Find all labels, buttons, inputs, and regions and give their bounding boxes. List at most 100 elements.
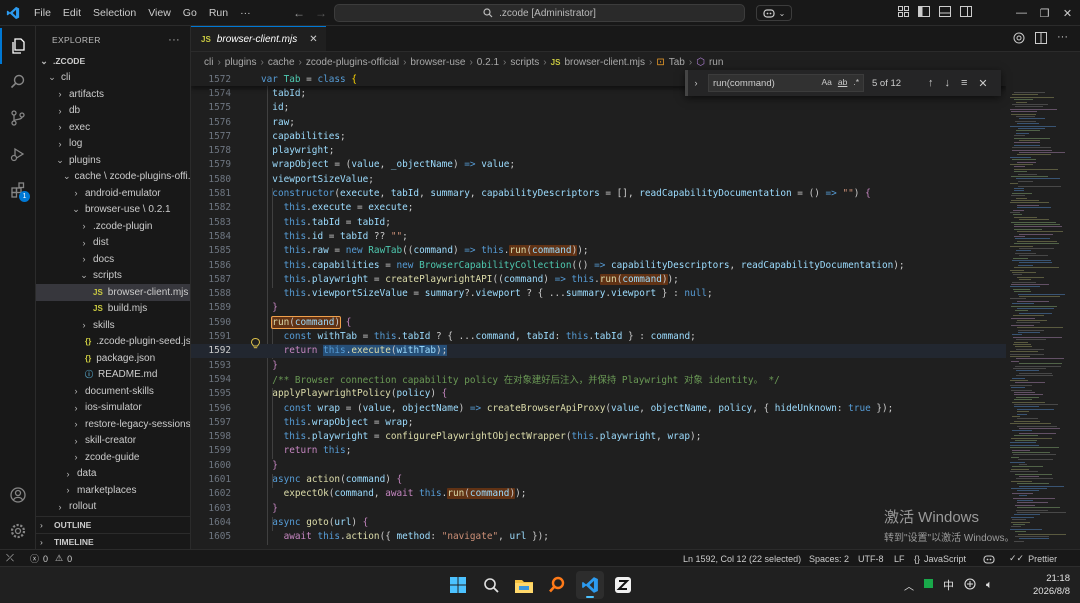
back-arrow-icon[interactable]: ← bbox=[293, 6, 305, 20]
run-debug-icon[interactable] bbox=[0, 136, 36, 172]
code-line[interactable]: 1592 return this.execute(withTab); bbox=[191, 343, 1006, 358]
account-icon[interactable] bbox=[0, 477, 36, 513]
code-line[interactable]: 1585 this.raw = new RawTab((command) => … bbox=[191, 244, 1006, 258]
tree-file[interactable]: JS build.mjs bbox=[36, 301, 190, 318]
tree-file[interactable]: {} .zcode-plugin-seed.json bbox=[36, 334, 190, 351]
breadcrumb-item[interactable]: browser-client.mjs bbox=[564, 57, 645, 68]
search-icon[interactable] bbox=[0, 64, 36, 100]
breadcrumb-item[interactable]: Tab bbox=[669, 57, 685, 68]
code-line[interactable]: 1588 this.viewportSizeValue = summary?.v… bbox=[191, 287, 1006, 301]
tree-folder[interactable]: › restore-legacy-sessions bbox=[36, 416, 191, 433]
copilot-button[interactable]: ⌄ bbox=[756, 5, 792, 21]
tree-folder[interactable]: › .zcode-plugin bbox=[36, 218, 190, 235]
breadcrumb-item[interactable]: browser-use bbox=[410, 57, 465, 68]
next-match-icon[interactable]: ↓ bbox=[945, 77, 951, 90]
toggle-panel-icon[interactable] bbox=[939, 6, 951, 17]
tree-file[interactable]: {} package.json bbox=[36, 350, 190, 367]
layout-customize-icon[interactable] bbox=[898, 6, 909, 17]
outline-section[interactable]: › OUTLINE bbox=[36, 516, 190, 533]
match-case-icon[interactable]: Aa bbox=[821, 77, 831, 87]
tree-folder[interactable]: ⌄ plugins bbox=[36, 152, 190, 169]
source-control-icon[interactable] bbox=[0, 100, 36, 136]
more-actions-icon[interactable]: ··· bbox=[1057, 32, 1068, 44]
language-mode[interactable]: {} JavaScript bbox=[914, 550, 966, 567]
tree-folder[interactable]: › data bbox=[36, 466, 190, 483]
close-find-icon[interactable]: ✕ bbox=[978, 77, 987, 90]
tree-folder[interactable]: › document-skills bbox=[36, 383, 190, 400]
menu-run[interactable]: Run bbox=[203, 0, 234, 26]
code-line[interactable]: 1601 async action(command) { bbox=[191, 472, 1006, 486]
breadcrumb-item[interactable]: cli bbox=[204, 57, 213, 68]
explorer-icon[interactable] bbox=[0, 28, 36, 64]
tree-folder[interactable]: › rollout bbox=[36, 499, 190, 516]
tree-folder[interactable]: ⌄ cli bbox=[36, 70, 190, 87]
tree-folder[interactable]: › marketplaces bbox=[36, 482, 190, 499]
breadcrumb-item[interactable]: scripts bbox=[510, 57, 539, 68]
code-line[interactable]: 1599 return this; bbox=[191, 444, 1006, 458]
tree-folder[interactable]: ⌄ browser-use \ 0.2.1 bbox=[36, 202, 190, 219]
tree-folder[interactable]: › docs bbox=[36, 251, 190, 268]
breadcrumb-item[interactable]: 0.2.1 bbox=[477, 57, 499, 68]
cursor-position[interactable]: Ln 1592, Col 12 (22 selected) bbox=[683, 550, 801, 567]
settings-gear-icon[interactable] bbox=[0, 513, 36, 549]
toggle-primary-sidebar-icon[interactable] bbox=[918, 6, 930, 17]
find-in-selection-icon[interactable]: ≡ bbox=[961, 77, 967, 90]
breadcrumb-item[interactable]: zcode-plugins-official bbox=[306, 57, 399, 68]
tree-folder[interactable]: ⌄ scripts bbox=[36, 268, 190, 285]
more-actions-icon[interactable]: ··· bbox=[168, 34, 180, 46]
code-line[interactable]: 1582 this.execute = execute; bbox=[191, 201, 1006, 215]
volume-icon[interactable]: 🔈︎ bbox=[986, 579, 993, 592]
code-line[interactable]: 1590 run(command) { bbox=[191, 315, 1006, 329]
menu-go[interactable]: Go bbox=[177, 0, 203, 26]
code-line[interactable]: 1580 viewportSizeValue; bbox=[191, 172, 1006, 186]
code-line[interactable]: 1583 this.tabId = tabId; bbox=[191, 215, 1006, 229]
input-method-indicator[interactable]: 中 bbox=[943, 577, 954, 593]
extensions-icon[interactable]: 1 bbox=[0, 172, 36, 208]
menu-more[interactable]: ··· bbox=[234, 0, 257, 26]
search-app-icon[interactable] bbox=[543, 571, 571, 599]
tray-app-icon[interactable] bbox=[924, 579, 933, 591]
tree-folder[interactable]: › android-emulator bbox=[36, 185, 190, 202]
breadcrumb-item[interactable]: cache bbox=[268, 57, 295, 68]
close-icon[interactable]: ✕ bbox=[1056, 0, 1079, 26]
taskbar-clock[interactable]: 21:18 2026/8/8 bbox=[1000, 572, 1070, 598]
keyboard-layout-icon[interactable] bbox=[964, 577, 976, 593]
show-hidden-icons-chevron-icon[interactable]: ︿ bbox=[904, 578, 914, 593]
tree-folder[interactable]: › artifacts bbox=[36, 86, 190, 103]
close-icon[interactable]: ✕ bbox=[309, 34, 317, 45]
tree-folder[interactable]: › dist bbox=[36, 235, 190, 252]
toggle-replace-chevron-icon[interactable]: › bbox=[688, 78, 704, 88]
menu-file[interactable]: File bbox=[28, 0, 57, 26]
tree-folder[interactable]: › skills bbox=[36, 317, 190, 334]
code-line[interactable]: 1602 expectOk(command, await this.run(co… bbox=[191, 487, 1006, 501]
explorer-root-folder[interactable]: ⌄ .ZCODE bbox=[36, 53, 190, 70]
vscode-taskbar-icon[interactable] bbox=[576, 571, 604, 599]
toggle-secondary-sidebar-icon[interactable] bbox=[960, 6, 972, 17]
taskbar-search-icon[interactable] bbox=[477, 571, 505, 599]
indentation[interactable]: Spaces: 2 bbox=[809, 550, 849, 567]
line-ending[interactable]: LF bbox=[894, 550, 905, 567]
tree-folder[interactable]: › db bbox=[36, 103, 190, 120]
copilot-chat-icon[interactable] bbox=[1013, 32, 1025, 44]
code-line[interactable]: 1596 const wrap = (value, objectName) =>… bbox=[191, 401, 1006, 415]
code-line[interactable]: 1595 applyPlaywrightPolicy(policy) { bbox=[191, 387, 1006, 401]
tree-folder[interactable]: ⌄ cache \ zcode-plugins-offi... bbox=[36, 169, 190, 186]
code-line[interactable]: 1598 this.playwright = configurePlaywrig… bbox=[191, 430, 1006, 444]
code-line[interactable]: 1593 } bbox=[191, 358, 1006, 372]
forward-arrow-icon[interactable]: → bbox=[315, 6, 327, 20]
code-line[interactable]: 1575 id; bbox=[191, 101, 1006, 115]
tree-file[interactable]: JS browser-client.mjs bbox=[36, 284, 190, 301]
split-editor-icon[interactable] bbox=[1035, 32, 1047, 44]
menu-view[interactable]: View bbox=[142, 0, 177, 26]
code-line[interactable]: 1594 /** Browser connection capability p… bbox=[191, 372, 1006, 387]
menu-edit[interactable]: Edit bbox=[57, 0, 87, 26]
use-regex-icon[interactable]: .* bbox=[853, 77, 859, 87]
code-editor[interactable]: 1572 var Tab = class {1574 tabId; 1575 id;… bbox=[191, 72, 1006, 545]
restore-icon[interactable]: ❐ bbox=[1033, 0, 1056, 26]
menu-selection[interactable]: Selection bbox=[87, 0, 142, 26]
minimap[interactable] bbox=[1006, 72, 1080, 545]
code-line[interactable]: 1581 constructor(execute, tabId, summary… bbox=[191, 186, 1006, 200]
tree-folder[interactable]: › exec bbox=[36, 119, 190, 136]
previous-match-icon[interactable]: ↑ bbox=[928, 77, 934, 90]
find-input[interactable]: run(command) Aa ab .* bbox=[708, 74, 864, 92]
